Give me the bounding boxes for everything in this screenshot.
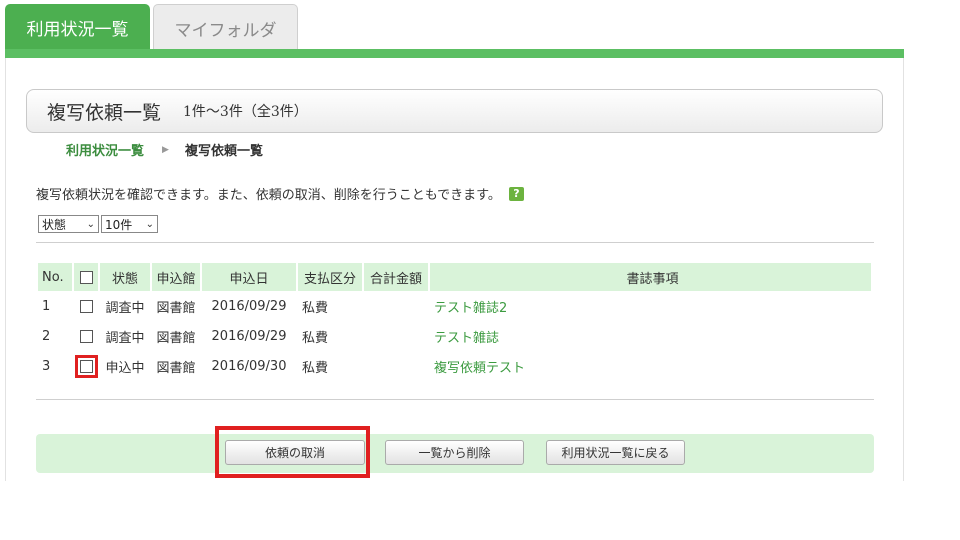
row-library: 図書館 [156, 330, 196, 346]
row-checkbox-cell [74, 321, 98, 351]
bibliography-link[interactable]: 複写依頼テスト [434, 361, 525, 376]
row-library: 図書館 [156, 300, 196, 316]
breadcrumb-current: 複写依頼一覧 [184, 144, 263, 159]
breadcrumb-link-usage-list[interactable]: 利用状況一覧 [66, 140, 144, 159]
divider [36, 242, 874, 243]
row-no: 3 [42, 358, 51, 374]
per-page-select[interactable]: 10件 ⌄ [101, 215, 158, 233]
action-bar: 依頼の取消 一覧から削除 利用状況一覧に戻る [36, 434, 874, 473]
page-title-box: 複写依頼一覧 1件～3件（全3件） [26, 89, 883, 133]
select-all-checkbox[interactable] [79, 270, 93, 284]
header-bibliography: 書誌事項 [430, 263, 871, 291]
table-header-row: No. 状態 申込館 申込日 支払区分 合計金額 書誌事項 [38, 263, 871, 291]
table-row: 2 調査中 図書館 2016/09/29 私費 テスト雑誌 [38, 321, 871, 351]
tab-my-folder[interactable]: マイフォルダ [153, 4, 298, 51]
row-total [364, 291, 428, 321]
header-payment: 支払区分 [298, 263, 362, 291]
row-checkbox[interactable] [79, 299, 93, 313]
row-total [364, 351, 428, 381]
bibliography-link[interactable]: テスト雑誌2 [434, 301, 507, 316]
row-date: 2016/09/29 [211, 298, 287, 314]
table-row: 1 調査中 図書館 2016/09/29 私費 テスト雑誌2 [38, 291, 871, 321]
row-no: 1 [42, 298, 51, 314]
table-row: 3 申込中 図書館 2016/09/30 私費 複写依頼テスト [38, 351, 871, 381]
tab-my-folder-label: マイフォルダ [174, 20, 277, 41]
description: 複写依頼状況を確認できます。また、依頼の取消、削除を行うこともできます。 ? [36, 184, 524, 203]
page-title: 複写依頼一覧 [47, 101, 162, 124]
description-text: 複写依頼状況を確認できます。また、依頼の取消、削除を行うこともできます。 [36, 188, 501, 203]
result-count: 1件～3件（全3件） [183, 104, 308, 120]
row-status: 調査中 [105, 300, 145, 316]
bibliography-link[interactable]: テスト雑誌 [434, 331, 499, 346]
help-icon[interactable]: ? [508, 186, 524, 201]
tab-usage-list-label: 利用状況一覧 [26, 20, 129, 40]
row-date: 2016/09/29 [211, 328, 287, 344]
breadcrumb: 利用状況一覧 ▶ 複写依頼一覧 [66, 140, 263, 159]
row-total [364, 321, 428, 351]
request-table: No. 状態 申込館 申込日 支払区分 合計金額 書誌事項 1 調査中 図書館 … [36, 263, 873, 381]
row-status: 申込中 [105, 360, 145, 376]
per-page-select-value: 10件 [105, 217, 133, 232]
status-select[interactable]: 状態 ⌄ [38, 215, 99, 233]
breadcrumb-separator-icon: ▶ [162, 144, 169, 155]
main-content: 複写依頼一覧 1件～3件（全3件） 利用状況一覧 ▶ 複写依頼一覧 複写依頼状況… [5, 58, 904, 481]
header-total: 合計金額 [364, 263, 428, 291]
row-bibliography: 複写依頼テスト [430, 351, 871, 381]
status-select-value: 状態 [42, 217, 67, 232]
header-status: 状態 [100, 263, 150, 291]
row-no: 2 [42, 328, 51, 344]
header-date: 申込日 [202, 263, 296, 291]
header-select-all [74, 263, 98, 291]
tab-usage-list[interactable]: 利用状況一覧 [5, 4, 150, 51]
row-checkbox-cell [74, 291, 98, 321]
row-payment: 私費 [302, 330, 329, 346]
header-library: 申込館 [152, 263, 200, 291]
header-no: No. [38, 263, 72, 291]
row-checkbox[interactable] [79, 359, 93, 373]
row-library: 図書館 [156, 360, 196, 376]
highlight-marker [74, 354, 98, 378]
row-bibliography: テスト雑誌2 [430, 291, 871, 321]
chevron-down-icon: ⌄ [145, 219, 154, 230]
filter-controls: 状態 ⌄ 10件 ⌄ [38, 215, 158, 233]
delete-from-list-button[interactable]: 一覧から削除 [385, 440, 524, 465]
row-checkbox-cell [74, 351, 98, 381]
back-to-usage-list-button[interactable]: 利用状況一覧に戻る [546, 440, 685, 465]
row-date: 2016/09/30 [211, 358, 287, 374]
row-payment: 私費 [302, 360, 329, 376]
row-checkbox[interactable] [79, 329, 93, 343]
row-bibliography: テスト雑誌 [430, 321, 871, 351]
tab-underline-bar [5, 49, 904, 58]
divider [36, 399, 874, 400]
row-status: 調査中 [105, 330, 145, 346]
highlight-marker [215, 426, 370, 478]
chevron-down-icon: ⌄ [86, 219, 95, 230]
row-payment: 私費 [302, 300, 329, 316]
